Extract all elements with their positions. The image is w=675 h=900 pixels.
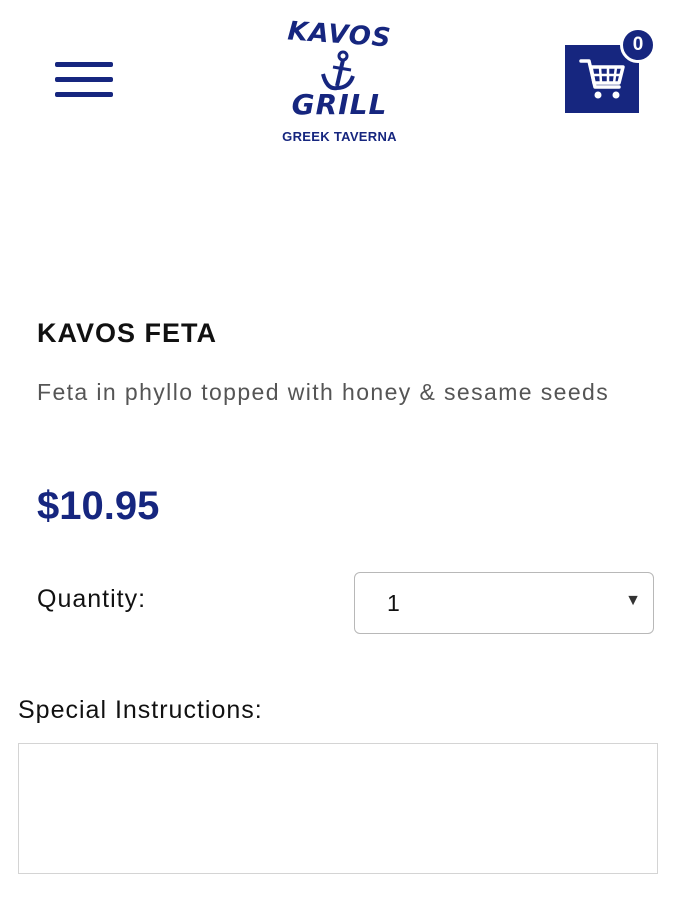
quantity-label: Quantity: — [37, 585, 147, 613]
anchor-icon — [321, 50, 355, 91]
product-price: $10.95 — [37, 484, 160, 528]
shopping-cart-icon — [579, 59, 625, 99]
kavos-grill-logo[interactable]: KAVOS GRILL GREEK TAVERNA — [272, 10, 407, 152]
logo-line-1: KAVOS — [286, 16, 393, 54]
special-instructions-label: Special Instructions: — [18, 696, 263, 724]
product-description: Feta in phyllo topped with honey & sesam… — [37, 379, 610, 405]
cart-count-badge[interactable]: 0 — [620, 27, 656, 63]
menu-bar — [55, 62, 113, 67]
logo-line-2: GRILL — [291, 88, 388, 121]
hamburger-menu-icon[interactable] — [55, 60, 113, 100]
quantity-select[interactable]: 1 ▼ — [354, 572, 654, 634]
logo-tagline: GREEK TAVERNA — [282, 129, 397, 144]
quantity-selected-value: 1 — [387, 590, 400, 616]
site-header: KAVOS GRILL GREEK TAVERNA 0 — [0, 0, 675, 160]
product-name: KAVOS FETA — [37, 318, 218, 348]
menu-bar — [55, 92, 113, 97]
special-instructions-input[interactable] — [18, 743, 658, 874]
menu-bar — [55, 77, 113, 82]
dropdown-arrow-icon: ▼ — [625, 592, 641, 609]
